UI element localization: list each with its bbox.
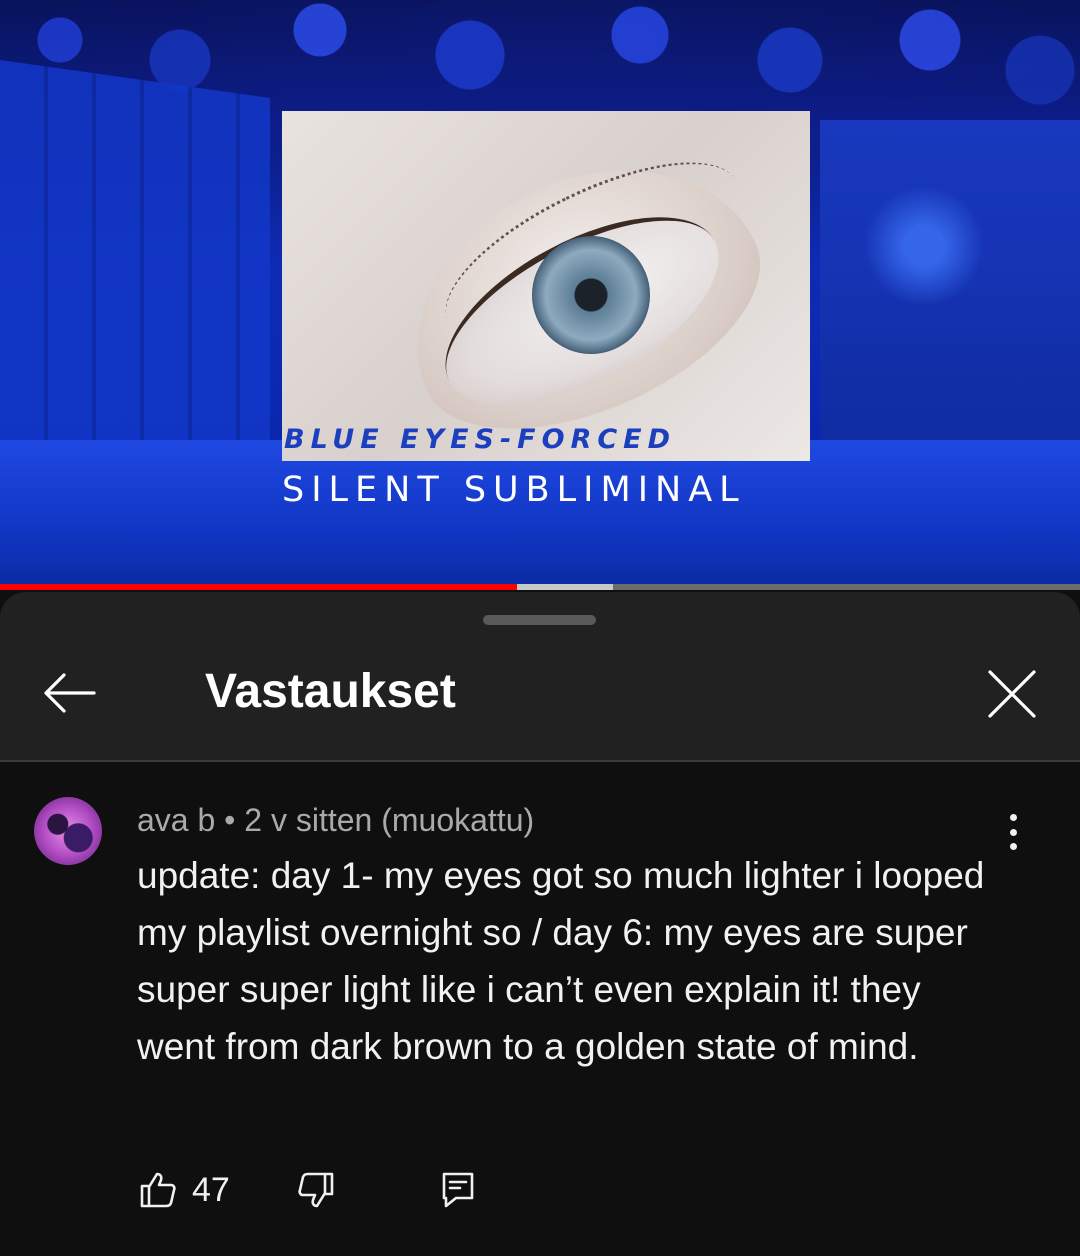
video-title-line1: BLUE EYES-FORCED	[284, 424, 677, 455]
video-eye-image	[282, 111, 810, 461]
like-button[interactable]	[138, 1170, 178, 1210]
reply-button[interactable]	[438, 1170, 478, 1210]
more-vertical-icon	[1009, 814, 1017, 821]
thumbs-up-icon	[140, 1172, 176, 1208]
avatar[interactable]	[34, 797, 102, 865]
video-player[interactable]: BLUE EYES-FORCED SILENT SUBLIMINAL	[0, 0, 1080, 588]
back-button[interactable]	[38, 662, 100, 724]
close-icon	[988, 670, 1036, 718]
arrow-left-icon	[44, 673, 96, 713]
more-dot	[1009, 828, 1017, 836]
sheet-header: Vastaukset	[0, 592, 1080, 762]
dislike-button[interactable]	[296, 1170, 336, 1210]
more-dot	[1009, 843, 1017, 850]
video-progress-bar[interactable]	[0, 584, 1080, 590]
video-background-ground	[0, 440, 1080, 588]
replies-sheet: Vastaukset ava b • 2 v sitten (muokattu)…	[0, 592, 1080, 1256]
like-count: 47	[192, 1171, 230, 1209]
comment-meta: ava b • 2 v sitten (muokattu)	[137, 802, 535, 838]
progress-played	[0, 584, 518, 590]
drag-handle[interactable]	[483, 615, 596, 625]
video-title-line2: SILENT SUBLIMINAL	[282, 470, 746, 510]
comment-text: update: day 1- my eyes got so much light…	[137, 855, 985, 1067]
comment-actions: 47	[138, 1170, 538, 1214]
close-button[interactable]	[980, 662, 1044, 726]
reply-icon	[442, 1172, 474, 1208]
thumbs-down-icon	[298, 1172, 334, 1208]
page-title: Vastaukset	[205, 665, 456, 718]
